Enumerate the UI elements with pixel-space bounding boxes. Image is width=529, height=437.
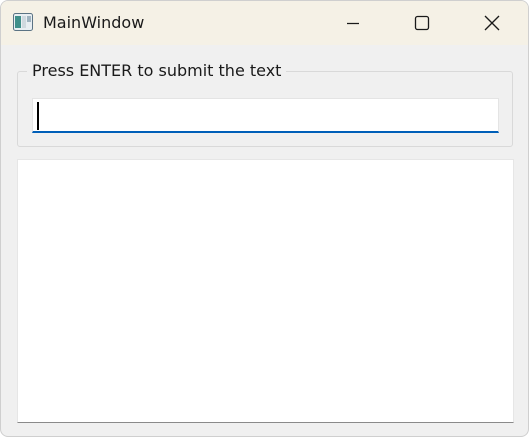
- window-title: MainWindow: [43, 13, 145, 32]
- title-bar[interactable]: MainWindow: [1, 1, 528, 45]
- output-text-area[interactable]: [17, 159, 514, 423]
- maximize-icon: [414, 15, 430, 31]
- group-box-title: Press ENTER to submit the text: [27, 60, 287, 82]
- app-window-icon: [13, 13, 33, 31]
- close-icon: [484, 15, 500, 31]
- minimize-icon: [347, 22, 359, 25]
- maximize-button[interactable]: [399, 1, 445, 45]
- close-button[interactable]: [469, 1, 515, 45]
- text-cursor: [37, 102, 39, 130]
- minimize-button[interactable]: [330, 1, 376, 45]
- main-window: MainWindow Press ENTER to submit the tex…: [0, 0, 529, 437]
- text-input[interactable]: [32, 98, 499, 133]
